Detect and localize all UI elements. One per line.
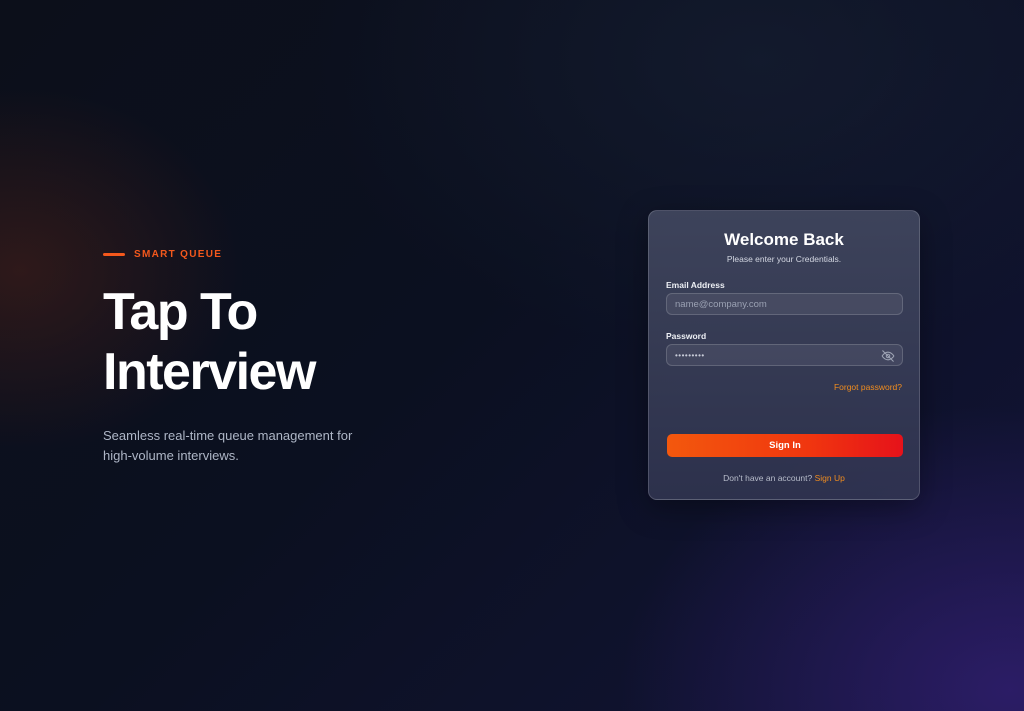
hero-section: SMART QUEUE Tap To Interview Seamless re… [103,246,423,479]
signup-row: Don't have an account? Sign Up [649,473,919,483]
eyebrow-accent-line [103,252,125,256]
login-title: Welcome Back [724,230,844,249]
eyebrow: SMART QUEUE [103,246,423,262]
password-field-wrapper [666,344,903,366]
email-field-wrapper [666,293,903,315]
login-card: Welcome Back Please enter your Credentia… [648,210,920,500]
password-input[interactable] [667,345,902,365]
login-subtitle: Please enter your Credentials. [726,254,842,264]
signup-prompt: Don't have an account? [723,473,813,483]
eye-off-icon[interactable] [881,349,895,363]
hero-title: Tap To Interview [103,282,423,402]
hero-title-line-1: Tap To [103,283,258,341]
hero-subtitle: Seamless real-time queue management for … [103,428,353,463]
email-input[interactable] [667,294,902,314]
hero-title-line-2: Interview [103,343,316,401]
email-label: Email Address [666,280,725,290]
eyebrow-label: SMART QUEUE [134,248,223,260]
forgot-password-link[interactable]: Forgot password? [834,382,902,392]
sign-in-button[interactable]: Sign In [667,434,903,457]
password-label: Password [666,331,707,341]
sign-up-link[interactable]: Sign Up [815,473,845,483]
